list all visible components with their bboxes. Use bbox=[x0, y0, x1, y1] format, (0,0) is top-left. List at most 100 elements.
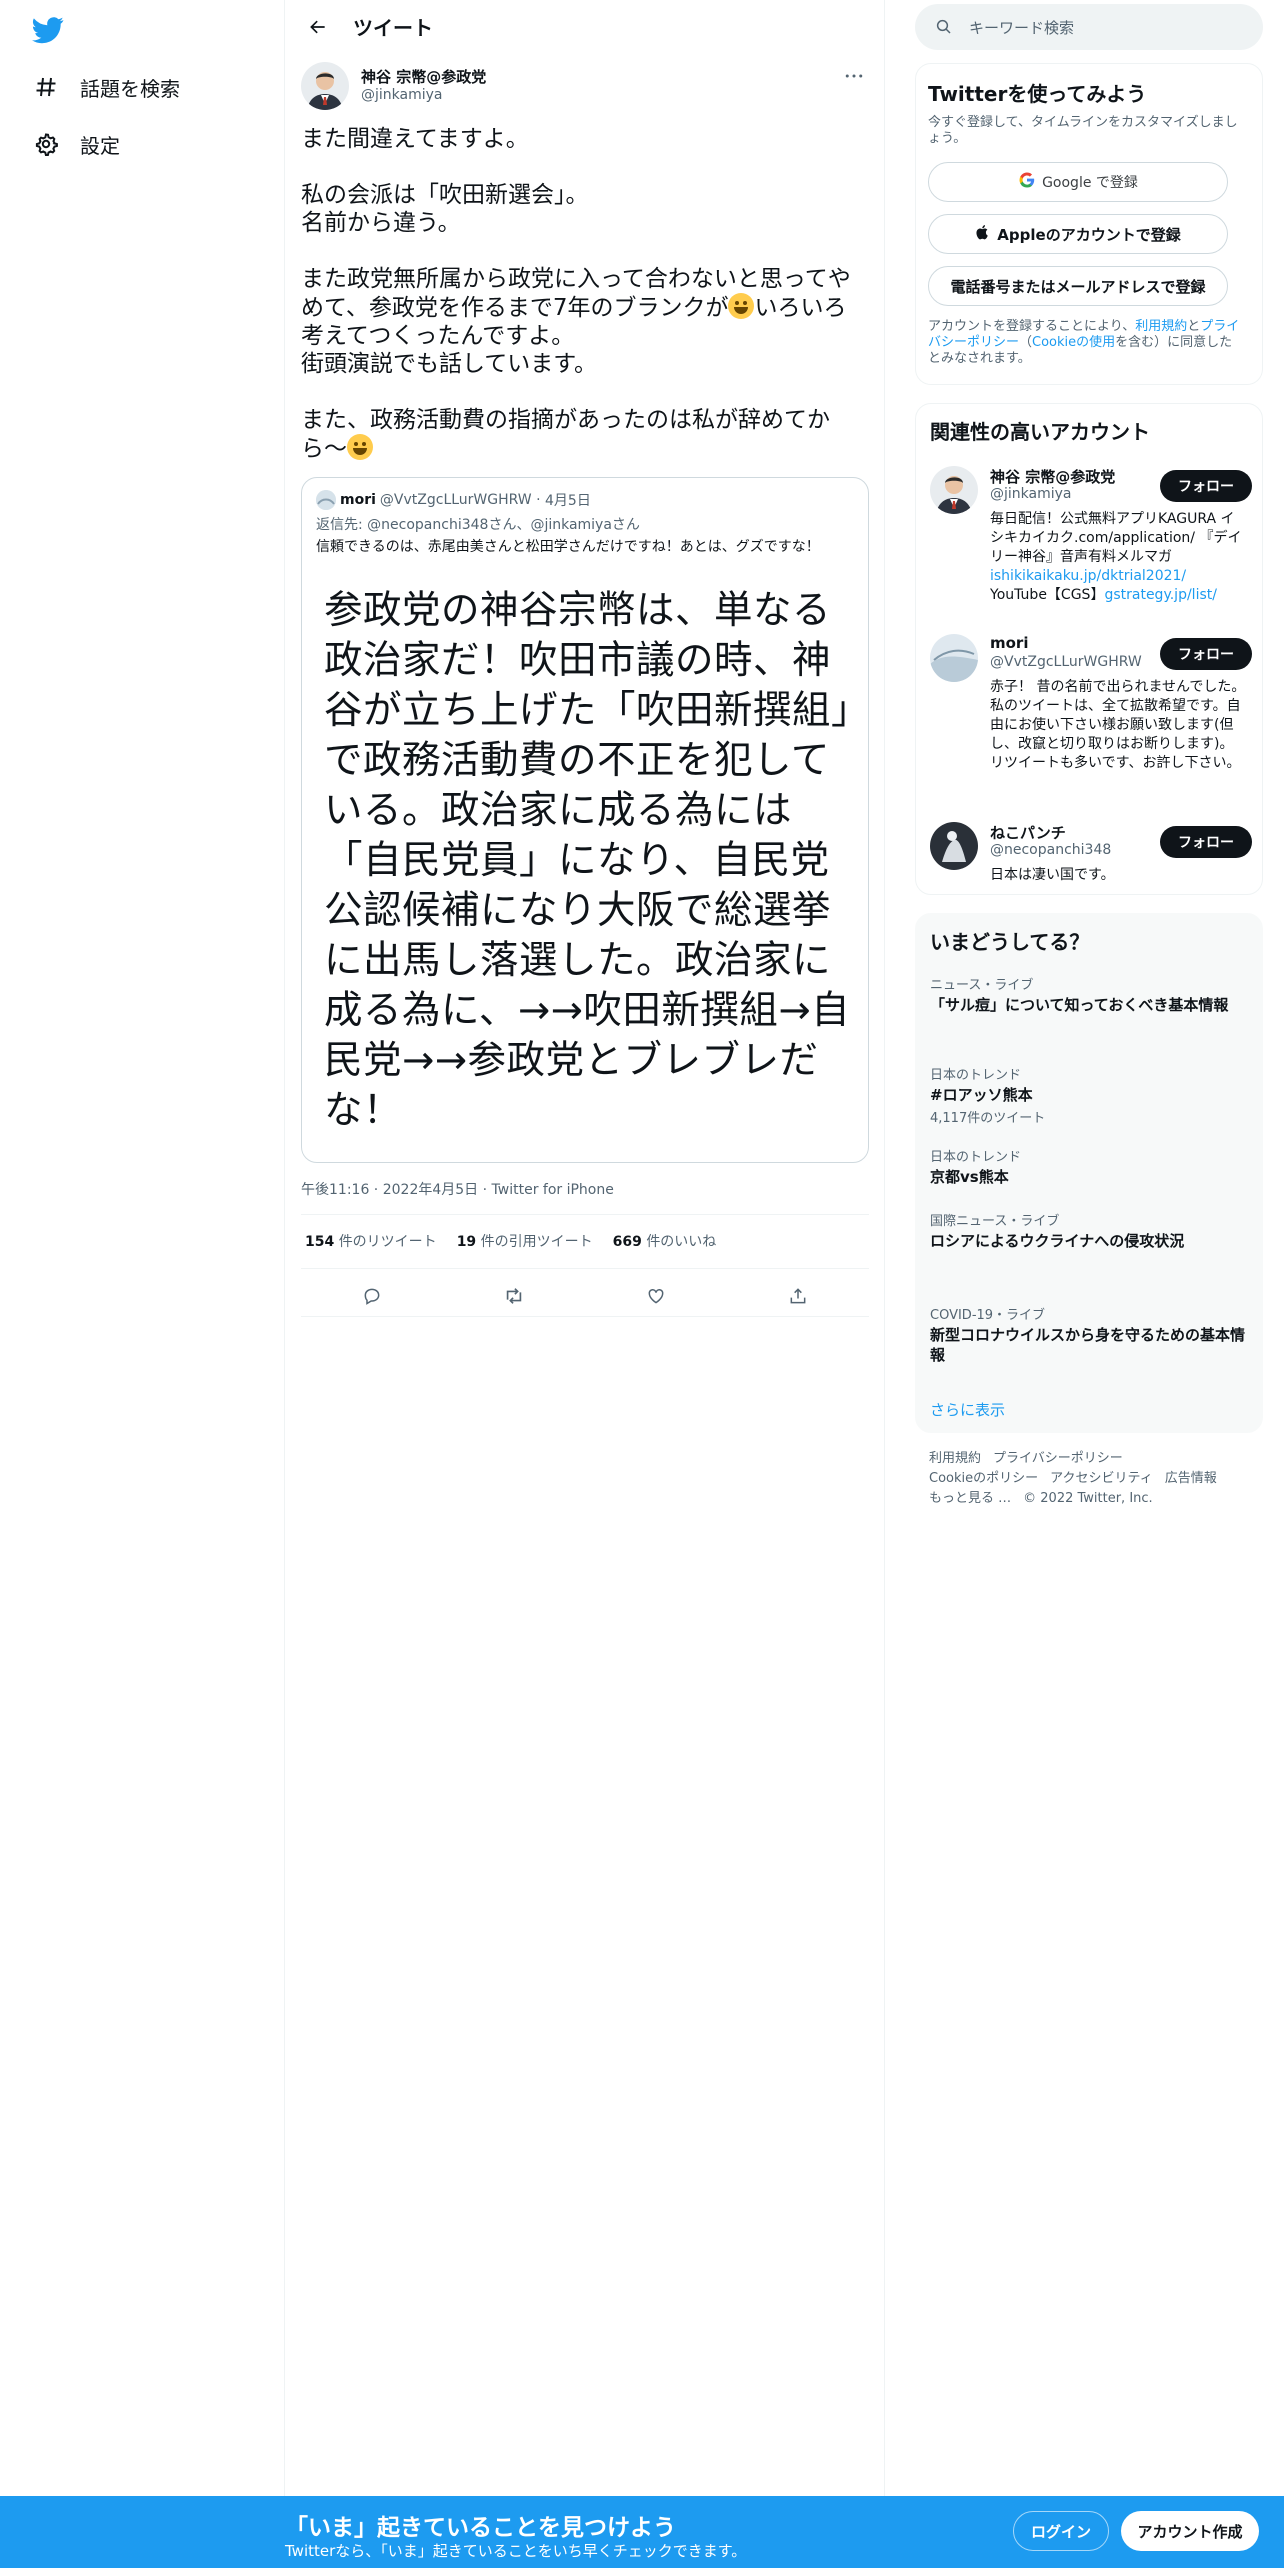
nav-settings[interactable]: 設定 bbox=[32, 122, 120, 166]
author-avatar[interactable] bbox=[301, 62, 349, 110]
account-handle: @VvtZgcLLurWGHRW bbox=[990, 654, 1142, 670]
tweet-date: 2022年4月5日 bbox=[382, 1182, 479, 1198]
google-signup-label: Google で登録 bbox=[1042, 175, 1138, 191]
nav-settings-label: 設定 bbox=[80, 133, 120, 158]
search-input[interactable]: キーワード検索 bbox=[915, 4, 1263, 50]
arrow-left-icon bbox=[310, 20, 325, 33]
more-options-button[interactable] bbox=[839, 66, 869, 86]
rofl-emoji-icon bbox=[347, 434, 373, 460]
tweet-paragraph: 私の会派は「吹田新選会」。 名前から違う。 bbox=[301, 182, 589, 236]
bio-link[interactable]: ishikikaikaku.jp/dktrial2021/ bbox=[990, 568, 1186, 584]
trend-category: 日本のトレンド bbox=[930, 1068, 1022, 1083]
more-dots-icon bbox=[845, 74, 863, 78]
back-button[interactable] bbox=[301, 10, 335, 44]
author-name[interactable]: 神谷 宗幣@参政党 bbox=[361, 68, 486, 86]
relevant-accounts-title: 関連性の高いアカウント bbox=[930, 420, 1150, 444]
footer-link[interactable]: 広告情報 bbox=[1165, 1471, 1217, 1486]
tweet-actions bbox=[301, 1276, 869, 1316]
quote-avatar bbox=[316, 490, 336, 510]
account-name: ねこパンチ bbox=[990, 824, 1066, 842]
footer-link[interactable]: Cookieのポリシー bbox=[929, 1471, 1038, 1486]
phone-email-signup-button[interactable]: 電話番号またはメールアドレスで登録 bbox=[928, 266, 1228, 306]
trend-item[interactable]: ニュース・ライブ 「サル痘」について知っておくべき基本情報 bbox=[930, 974, 1250, 1015]
trends-card: いまどうしてる？ ニュース・ライブ 「サル痘」について知っておくべき基本情報 日… bbox=[915, 913, 1263, 1433]
twitter-bird-logo[interactable] bbox=[32, 14, 64, 46]
trend-count: 4,117件のツイート bbox=[930, 1111, 1046, 1126]
footer-link[interactable]: アクセシビリティ bbox=[1050, 1471, 1153, 1486]
reply-icon bbox=[364, 1288, 380, 1305]
tweet-stats: 154 件のリツイート 19 件の引用ツイート 669 件のいいね bbox=[305, 1231, 736, 1251]
quote-reply-to: 返信先: @necopanchi348さん、@jinkamiyaさん bbox=[316, 514, 640, 534]
quote-image-text: 参政党の神谷宗幣は、単なる政治家だ！吹田市議の時、神谷が立ち上げた「吹田新撰組」… bbox=[324, 588, 851, 1133]
search-icon bbox=[936, 19, 951, 34]
tweet-timestamp[interactable]: 午後11:16 · 2022年4月5日 · Twitter for iPhone bbox=[301, 1179, 614, 1199]
relevant-accounts-card: 関連性の高いアカウント 神谷 宗幣@参政党 @jinkamiya フォロー 毎日… bbox=[915, 403, 1263, 895]
bottom-bar-title: 「いま」起きていることを見つけよう bbox=[285, 2515, 676, 2541]
apple-signup-label: Appleのアカウントで登録 bbox=[997, 225, 1181, 244]
reply-button[interactable] bbox=[354, 1278, 390, 1314]
footer-links: 利用規約 プライバシーポリシー Cookieのポリシー アクセシビリティ 広告情報 も… bbox=[929, 1449, 1249, 1509]
bottom-bar-subtitle: Twitterなら、「いま」起きていることをいち早くチェックできます。 bbox=[285, 2542, 747, 2560]
follow-button[interactable]: フォロー bbox=[1160, 826, 1252, 858]
trend-title: ロシアによるウクライナへの侵攻状況 bbox=[930, 1232, 1185, 1250]
gear-icon bbox=[32, 130, 60, 158]
quote-text: 信頼できるのは、赤尾由美さんと松田学さんだけですね！あとは、グズですな！ bbox=[316, 539, 820, 555]
page-title: ツイート bbox=[353, 16, 433, 40]
quote-image[interactable]: 参政党の神谷宗幣は、単なる政治家だ！吹田市議の時、神谷が立ち上げた「吹田新撰組」… bbox=[302, 568, 868, 1140]
trend-item[interactable]: 日本のトレンド #ロアッソ熊本 4,117件のツイート bbox=[930, 1064, 1250, 1126]
tweet-author: 神谷 宗幣@参政党 @jinkamiya bbox=[301, 62, 869, 114]
divider bbox=[301, 1214, 869, 1215]
quoted-tweet[interactable]: mori @VvtZgcLLurWGHRW · 4月5日 返信先: @necop… bbox=[301, 477, 869, 1163]
signup-card: Twitterを使ってみよう 今すぐ登録して、タイムラインをカスタマイズしましょ… bbox=[915, 63, 1263, 385]
quote-header: mori @VvtZgcLLurWGHRW · 4月5日 bbox=[316, 490, 591, 510]
tweet-source: Twitter for iPhone bbox=[491, 1182, 614, 1198]
like-button[interactable] bbox=[638, 1278, 674, 1314]
account-bio: 赤子！ 昔の名前で出られませんでした。 私のツイートは、全て拡散希望です。自由に… bbox=[990, 679, 1246, 771]
nav-explore[interactable]: 話題を検索 bbox=[32, 65, 180, 109]
create-account-button[interactable]: アカウント作成 bbox=[1121, 2511, 1259, 2551]
like-count[interactable]: 669 件のいいね bbox=[613, 1231, 717, 1251]
account-avatar bbox=[930, 634, 978, 682]
account-name: mori bbox=[990, 634, 1029, 652]
share-button[interactable] bbox=[780, 1278, 816, 1314]
tweet-time: 午後11:16 bbox=[301, 1182, 370, 1198]
retweet-count[interactable]: 154 件のリツイート bbox=[305, 1231, 437, 1251]
tweet-body: また間違えてますよ。 私の会派は「吹田新選会」。 名前から違う。 また政党無所属… bbox=[301, 125, 869, 463]
trend-title: #ロアッソ熊本 bbox=[930, 1086, 1033, 1104]
cookie-link[interactable]: Cookieの使用 bbox=[1032, 335, 1115, 350]
bio-link[interactable]: gstrategy.jp/list/ bbox=[1104, 587, 1217, 603]
terms-link[interactable]: 利用規約 bbox=[1135, 319, 1187, 334]
footer-link[interactable]: もっと見る … bbox=[929, 1491, 1011, 1506]
retweet-button[interactable] bbox=[496, 1278, 532, 1314]
account-handle: @jinkamiya bbox=[990, 486, 1072, 502]
quote-date: 4月5日 bbox=[545, 493, 591, 509]
login-button[interactable]: ログイン bbox=[1013, 2511, 1109, 2551]
reply-to-users[interactable]: @necopanchi348さん、@jinkamiyaさん bbox=[367, 517, 640, 533]
heart-icon bbox=[648, 1288, 664, 1304]
trend-category: 国際ニュース・ライブ bbox=[930, 1214, 1060, 1229]
trend-item[interactable]: 日本のトレンド 京都vs熊本 bbox=[930, 1146, 1250, 1187]
google-signup-button[interactable]: Google で登録 bbox=[928, 162, 1228, 202]
footer-link[interactable]: 利用規約 bbox=[929, 1451, 981, 1466]
quote-author-handle: @VvtZgcLLurWGHRW bbox=[379, 492, 532, 508]
account-avatar bbox=[930, 822, 978, 870]
phone-email-signup-label: 電話番号またはメールアドレスで登録 bbox=[950, 277, 1206, 296]
trend-category: 日本のトレンド bbox=[930, 1150, 1022, 1165]
trend-item[interactable]: COVID-19・ライブ 新型コロナウイルスから身を守るための基本情報 bbox=[930, 1304, 1250, 1365]
follow-button[interactable]: フォロー bbox=[1160, 470, 1252, 502]
share-icon bbox=[790, 1288, 806, 1304]
tweet-paragraph: また、政務活動費の指摘があったのは私が辞めてから〜 bbox=[301, 406, 869, 463]
quote-count[interactable]: 19 件の引用ツイート bbox=[457, 1231, 593, 1251]
trend-item[interactable]: 国際ニュース・ライブ ロシアによるウクライナへの侵攻状況 bbox=[930, 1210, 1250, 1251]
account-handle: @necopanchi348 bbox=[990, 842, 1112, 858]
author-handle[interactable]: @jinkamiya bbox=[361, 86, 486, 104]
show-more-link[interactable]: さらに表示 bbox=[930, 1399, 1005, 1420]
header-bar: ツイート bbox=[285, 0, 884, 53]
footer-link[interactable]: プライバシーポリシー bbox=[993, 1451, 1123, 1466]
bottom-signup-bar: 「いま」起きていることを見つけよう Twitterなら、「いま」起きていることを… bbox=[0, 2496, 1284, 2568]
trend-title: 新型コロナウイルスから身を守るための基本情報 bbox=[930, 1326, 1246, 1364]
follow-button[interactable]: フォロー bbox=[1160, 638, 1252, 670]
main-column: ツイート 神谷 宗幣@参政党 @jinkamiya また間違えてますよ。 私の会… bbox=[285, 0, 885, 2496]
apple-signup-button[interactable]: Appleのアカウントで登録 bbox=[928, 214, 1228, 254]
trend-category: COVID-19・ライブ bbox=[930, 1308, 1046, 1323]
